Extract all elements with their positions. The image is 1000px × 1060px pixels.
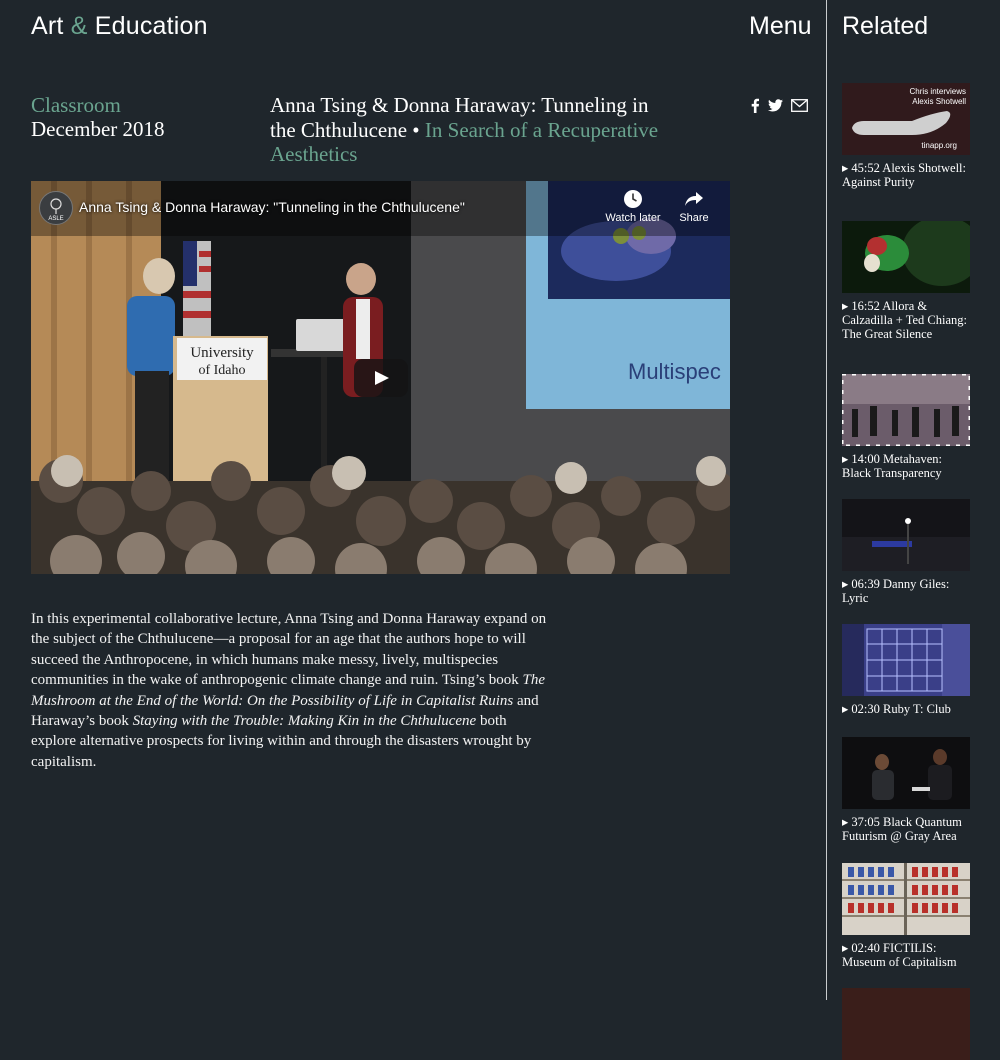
related-caption: ▸ 16:52 Allora & Calzadilla + Ted Chiang… [842, 299, 968, 341]
related-caption: ▸ 06:39 Danny Giles: Lyric [842, 577, 950, 605]
video-player[interactable]: University of Idaho Multispec ASLE Anna … [31, 181, 730, 574]
related-thumbnail [842, 374, 970, 446]
related-caption: ▸ 45:52 Alexis Shotwell: Against Purity [842, 161, 966, 189]
related-thumbnail: Chris interviews Alexis Shotwell tinapp.… [842, 83, 970, 155]
video-share-button[interactable]: Share [676, 189, 712, 224]
related-item[interactable]: ▸ 16:52 Allora & Calzadilla + Ted Chiang… [842, 221, 970, 341]
play-button[interactable] [354, 359, 408, 397]
related-title: Related [842, 12, 929, 40]
related-thumbnail [842, 737, 970, 809]
share-label: Share [679, 212, 709, 224]
related-item[interactable]: ▸ 02:30 Ruby T: Club [842, 624, 970, 716]
related-thumbnail [842, 624, 970, 696]
related-thumbnail [842, 499, 970, 571]
description-part-1: In this experimental collaborative lectu… [31, 611, 547, 689]
related-item[interactable]: ▸ 37:05 Black Quantum Futurism @ Gray Ar… [842, 737, 970, 843]
watch-later-label: Watch later [605, 212, 661, 224]
podium-text-2: of Idaho [198, 363, 245, 378]
menu-button[interactable]: Menu [749, 12, 812, 41]
logo-art: Art [31, 12, 64, 40]
related-item[interactable]: Chris interviews Alexis Shotwell tinapp.… [842, 83, 970, 189]
related-caption: ▸ 02:40 FICTILIS: Museum of Capitalism [842, 941, 957, 969]
category-link[interactable]: Classroom [31, 93, 121, 117]
watch-later-button[interactable]: Watch later [604, 189, 662, 224]
facebook-icon[interactable] [750, 98, 760, 118]
thumb-url: tinapp.org [921, 141, 957, 150]
share-icons [750, 98, 808, 118]
thumb-text-1: Chris interviews [910, 87, 966, 96]
article-title: Anna Tsing & Donna Haraway: Tunneling in… [270, 93, 670, 167]
related-caption: ▸ 02:30 Ruby T: Club [842, 702, 951, 716]
title-separator: • [412, 117, 420, 142]
related-item[interactable]: ▸ 02:40 FICTILIS: Museum of Capitalism [842, 863, 970, 969]
clock-icon [624, 190, 642, 208]
related-item[interactable] [842, 988, 970, 1060]
site-logo[interactable]: Art & Education [31, 12, 208, 41]
logo-education: Education [94, 12, 208, 40]
podium-text-1: University [190, 345, 254, 361]
related-caption: ▸ 37:05 Black Quantum Futurism @ Gray Ar… [842, 815, 962, 843]
related-item[interactable]: ▸ 14:00 Metahaven: Black Transparency [842, 374, 970, 480]
related-thumbnail [842, 221, 970, 293]
related-item[interactable]: ▸ 06:39 Danny Giles: Lyric [842, 499, 970, 605]
channel-badge-text: ASLE [48, 216, 63, 222]
related-sidebar: Related Chris interviews Alexis Shotwell… [826, 0, 1000, 1060]
related-caption: ▸ 14:00 Metahaven: Black Transparency [842, 452, 942, 480]
mail-icon[interactable] [791, 99, 808, 117]
book-title-2: Staying with the Trouble: Making Kin in … [132, 713, 477, 730]
description-paragraph: In this experimental collaborative lectu… [31, 609, 551, 772]
article-description: In this experimental collaborative lectu… [31, 609, 551, 772]
channel-avatar[interactable]: ASLE [39, 191, 73, 225]
share-arrow-icon [685, 192, 703, 206]
twitter-icon[interactable] [768, 99, 783, 117]
related-thumbnail [842, 988, 970, 1060]
slide-text: Multispec [628, 359, 721, 384]
article-date: December 2018 [31, 117, 165, 141]
logo-ampersand: & [70, 12, 88, 40]
thumb-text-2: Alexis Shotwell [912, 97, 966, 106]
video-title[interactable]: Anna Tsing & Donna Haraway: "Tunneling i… [79, 199, 465, 215]
related-thumbnail [842, 863, 970, 935]
